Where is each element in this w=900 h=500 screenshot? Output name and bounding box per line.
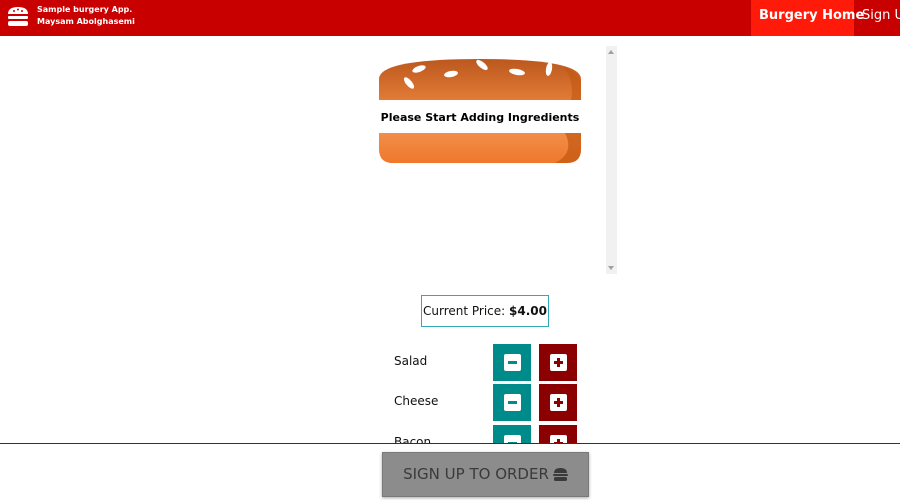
sign-up-to-order-button[interactable]: SIGN UP TO ORDER: [382, 452, 589, 497]
control-row-salad: Salad: [394, 344, 584, 382]
control-row-cheese: Cheese: [394, 384, 584, 422]
bread-bottom: [379, 133, 581, 163]
price-label: Current Price:: [423, 304, 510, 318]
control-label: Salad: [394, 354, 428, 368]
nav-links: Burgery Home Sign Up: [751, 0, 900, 36]
nav-link-sign-up[interactable]: Sign Up: [854, 0, 900, 36]
plus-icon: [549, 394, 567, 411]
empty-burger-message: Please Start Adding Ingredients: [380, 111, 580, 124]
bread-top: [379, 59, 581, 100]
brand-title: Sample burgery App.: [37, 5, 133, 14]
scroll-down-arrow-icon[interactable]: [608, 266, 614, 270]
brand-text: Sample burgery App. Maysam Abolghasemi: [37, 4, 135, 28]
cheese-more-button[interactable]: [539, 384, 577, 421]
brand-author: Maysam Abolghasemi: [37, 17, 135, 26]
scroll-up-arrow-icon[interactable]: [608, 50, 614, 54]
minus-icon: [503, 354, 521, 371]
burger-icon: [552, 468, 568, 481]
order-button-label: SIGN UP TO ORDER: [403, 465, 549, 483]
current-price: Current Price: $4.00: [421, 295, 549, 327]
control-label: Cheese: [394, 394, 439, 408]
burger-scrollbar[interactable]: [606, 46, 617, 274]
cheese-less-button[interactable]: [493, 384, 531, 421]
salad-more-button[interactable]: [539, 344, 577, 381]
price-value: $4.00: [509, 304, 547, 318]
minus-icon: [503, 394, 521, 411]
burger-preview: Please Start Adding Ingredients: [370, 44, 618, 275]
salad-less-button[interactable]: [493, 344, 531, 381]
nav-link-burgery-home[interactable]: Burgery Home: [751, 0, 864, 36]
top-navbar: Sample burgery App. Maysam Abolghasemi B…: [0, 0, 900, 36]
plus-icon: [549, 354, 567, 371]
burger-icon[interactable]: [6, 5, 30, 29]
